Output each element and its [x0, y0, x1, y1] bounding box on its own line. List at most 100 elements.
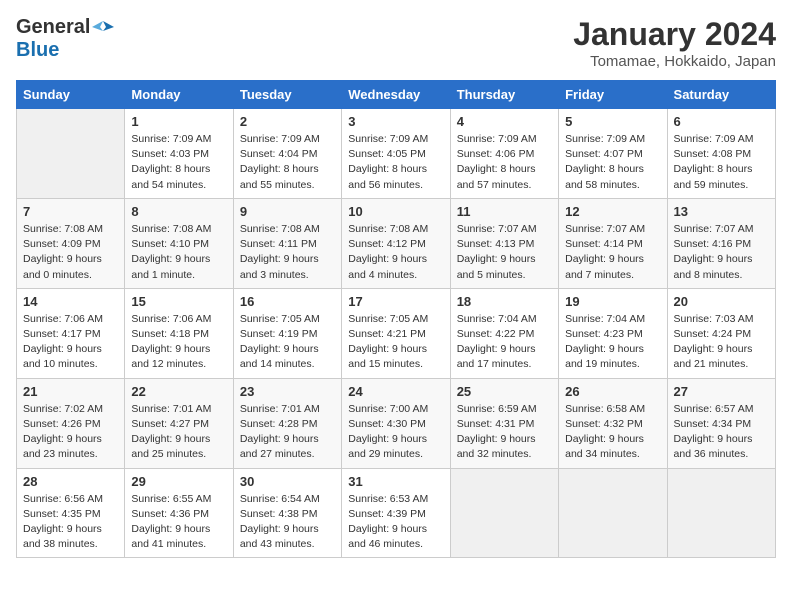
header: General Blue January 2024 Tomamae, Hokka… — [16, 16, 776, 70]
calendar-cell: 24 Sunrise: 7:00 AMSunset: 4:30 PMDayligh… — [342, 378, 450, 468]
calendar-cell: 13Sunrise: 7:07 AMSunset: 4:16 PMDayligh… — [667, 198, 775, 288]
day-number: 19 — [565, 294, 660, 309]
day-info: Sunrise: 7:08 AMSunset: 4:12 PMDaylight:… — [348, 222, 443, 283]
day-info: Sunrise: 7:00 AMSunset: 4:30 PMDaylight:… — [348, 402, 443, 463]
calendar-cell: 26 Sunrise: 6:58 AMSunset: 4:32 PMDayligh… — [559, 378, 667, 468]
day-number: 8 — [131, 204, 226, 219]
day-info: Sunrise: 7:06 AMSunset: 4:17 PMDaylight:… — [23, 312, 118, 373]
calendar-cell: 21Sunrise: 7:02 AMSunset: 4:26 PMDayligh… — [17, 378, 125, 468]
calendar-table: SundayMondayTuesdayWednesdayThursdayFrid… — [16, 80, 776, 558]
day-number: 4 — [457, 114, 552, 129]
day-number: 11 — [457, 204, 552, 219]
logo-general-text: General — [16, 16, 90, 39]
calendar-day-header: Sunday — [17, 81, 125, 109]
calendar-cell: 7Sunrise: 7:08 AMSunset: 4:09 PMDaylight… — [17, 198, 125, 288]
calendar-cell: 15 Sunrise: 7:06 AMSunset: 4:18 PMDayligh… — [125, 288, 233, 378]
day-info: Sunrise: 7:02 AMSunset: 4:26 PMDaylight:… — [23, 402, 118, 463]
day-number: 16 — [240, 294, 335, 309]
logo: General Blue — [16, 16, 114, 62]
calendar-day-header: Wednesday — [342, 81, 450, 109]
calendar-cell: 14 Sunrise: 7:06 AMSunset: 4:17 PMDayligh… — [17, 288, 125, 378]
day-number: 18 — [457, 294, 552, 309]
calendar-cell: 27 Sunrise: 6:57 AMSunset: 4:34 PMDayligh… — [667, 378, 775, 468]
calendar-cell: 10Sunrise: 7:08 AMSunset: 4:12 PMDayligh… — [342, 198, 450, 288]
day-info: Sunrise: 7:06 AMSunset: 4:18 PMDaylight:… — [131, 312, 226, 373]
day-info: Sunrise: 6:59 AMSunset: 4:31 PMDaylight:… — [457, 402, 552, 463]
calendar-cell — [667, 468, 775, 558]
day-number: 15 — [131, 294, 226, 309]
calendar-cell: 28 Sunrise: 6:56 AMSunset: 4:35 PMDayligh… — [17, 468, 125, 558]
calendar-cell: 11Sunrise: 7:07 AMSunset: 4:13 PMDayligh… — [450, 198, 558, 288]
day-number: 12 — [565, 204, 660, 219]
calendar-cell: 12Sunrise: 7:07 AMSunset: 4:14 PMDayligh… — [559, 198, 667, 288]
calendar-cell — [17, 109, 125, 199]
day-number: 20 — [674, 294, 769, 309]
day-info: Sunrise: 7:01 AMSunset: 4:27 PMDaylight:… — [131, 402, 226, 463]
day-number: 29 — [131, 474, 226, 489]
day-number: 22 — [131, 384, 226, 399]
day-info: Sunrise: 6:56 AMSunset: 4:35 PMDaylight:… — [23, 492, 118, 553]
calendar-cell: 2Sunrise: 7:09 AMSunset: 4:04 PMDaylight… — [233, 109, 341, 199]
page-container: General Blue January 2024 Tomamae, Hokka… — [0, 0, 792, 574]
calendar-cell: 5Sunrise: 7:09 AMSunset: 4:07 PMDaylight… — [559, 109, 667, 199]
calendar-week-row: 1 Sunrise: 7:09 AMSunset: 4:03 PMDaylight… — [17, 109, 776, 199]
day-info: Sunrise: 6:54 AMSunset: 4:38 PMDaylight:… — [240, 492, 335, 553]
day-number: 17 — [348, 294, 443, 309]
day-info: Sunrise: 7:04 AMSunset: 4:22 PMDaylight:… — [457, 312, 552, 373]
calendar-cell — [559, 468, 667, 558]
day-info: Sunrise: 7:03 AMSunset: 4:24 PMDaylight:… — [674, 312, 769, 373]
day-info: Sunrise: 7:04 AMSunset: 4:23 PMDaylight:… — [565, 312, 660, 373]
day-number: 25 — [457, 384, 552, 399]
calendar-cell: 8Sunrise: 7:08 AMSunset: 4:10 PMDaylight… — [125, 198, 233, 288]
day-info: Sunrise: 6:58 AMSunset: 4:32 PMDaylight:… — [565, 402, 660, 463]
calendar-cell: 1 Sunrise: 7:09 AMSunset: 4:03 PMDaylight… — [125, 109, 233, 199]
calendar-cell: 4 Sunrise: 7:09 AMSunset: 4:06 PMDaylight… — [450, 109, 558, 199]
day-info: Sunrise: 7:05 AMSunset: 4:19 PMDaylight:… — [240, 312, 335, 373]
calendar-cell: 9Sunrise: 7:08 AMSunset: 4:11 PMDaylight… — [233, 198, 341, 288]
day-info: Sunrise: 7:09 AMSunset: 4:06 PMDaylight:… — [457, 132, 552, 193]
location-subtitle: Tomamae, Hokkaido, Japan — [573, 53, 776, 70]
logo-blue-text: Blue — [16, 39, 59, 61]
calendar-cell: 30Sunrise: 6:54 AMSunset: 4:38 PMDayligh… — [233, 468, 341, 558]
day-info: Sunrise: 7:09 AMSunset: 4:03 PMDaylight:… — [131, 132, 226, 193]
day-number: 23 — [240, 384, 335, 399]
calendar-day-header: Saturday — [667, 81, 775, 109]
calendar-day-header: Monday — [125, 81, 233, 109]
day-info: Sunrise: 6:53 AMSunset: 4:39 PMDaylight:… — [348, 492, 443, 553]
calendar-week-row: 7Sunrise: 7:08 AMSunset: 4:09 PMDaylight… — [17, 198, 776, 288]
calendar-cell — [450, 468, 558, 558]
day-number: 7 — [23, 204, 118, 219]
day-number: 3 — [348, 114, 443, 129]
day-number: 6 — [674, 114, 769, 129]
day-info: Sunrise: 7:01 AMSunset: 4:28 PMDaylight:… — [240, 402, 335, 463]
calendar-cell: 19 Sunrise: 7:04 AMSunset: 4:23 PMDayligh… — [559, 288, 667, 378]
calendar-cell: 31 Sunrise: 6:53 AMSunset: 4:39 PMDayligh… — [342, 468, 450, 558]
day-info: Sunrise: 6:55 AMSunset: 4:36 PMDaylight:… — [131, 492, 226, 553]
calendar-cell: 25 Sunrise: 6:59 AMSunset: 4:31 PMDayligh… — [450, 378, 558, 468]
calendar-day-header: Tuesday — [233, 81, 341, 109]
calendar-cell: 18 Sunrise: 7:04 AMSunset: 4:22 PMDayligh… — [450, 288, 558, 378]
calendar-day-header: Thursday — [450, 81, 558, 109]
calendar-cell: 3 Sunrise: 7:09 AMSunset: 4:05 PMDaylight… — [342, 109, 450, 199]
day-info: Sunrise: 7:09 AMSunset: 4:05 PMDaylight:… — [348, 132, 443, 193]
day-number: 1 — [131, 114, 226, 129]
day-number: 28 — [23, 474, 118, 489]
calendar-week-row: 14 Sunrise: 7:06 AMSunset: 4:17 PMDayligh… — [17, 288, 776, 378]
day-number: 31 — [348, 474, 443, 489]
day-info: Sunrise: 7:05 AMSunset: 4:21 PMDaylight:… — [348, 312, 443, 373]
calendar-cell: 17 Sunrise: 7:05 AMSunset: 4:21 PMDayligh… — [342, 288, 450, 378]
calendar-day-header: Friday — [559, 81, 667, 109]
calendar-cell: 29 Sunrise: 6:55 AMSunset: 4:36 PMDayligh… — [125, 468, 233, 558]
title-block: January 2024 Tomamae, Hokkaido, Japan — [573, 16, 776, 70]
day-info: Sunrise: 7:07 AMSunset: 4:16 PMDaylight:… — [674, 222, 769, 283]
day-info: Sunrise: 7:09 AMSunset: 4:08 PMDaylight:… — [674, 132, 769, 193]
calendar-cell: 20 Sunrise: 7:03 AMSunset: 4:24 PMDayligh… — [667, 288, 775, 378]
day-number: 24 — [348, 384, 443, 399]
day-number: 26 — [565, 384, 660, 399]
day-number: 14 — [23, 294, 118, 309]
month-year-title: January 2024 — [573, 16, 776, 53]
calendar-header-row: SundayMondayTuesdayWednesdayThursdayFrid… — [17, 81, 776, 109]
day-info: Sunrise: 6:57 AMSunset: 4:34 PMDaylight:… — [674, 402, 769, 463]
day-number: 27 — [674, 384, 769, 399]
day-info: Sunrise: 7:09 AMSunset: 4:07 PMDaylight:… — [565, 132, 660, 193]
